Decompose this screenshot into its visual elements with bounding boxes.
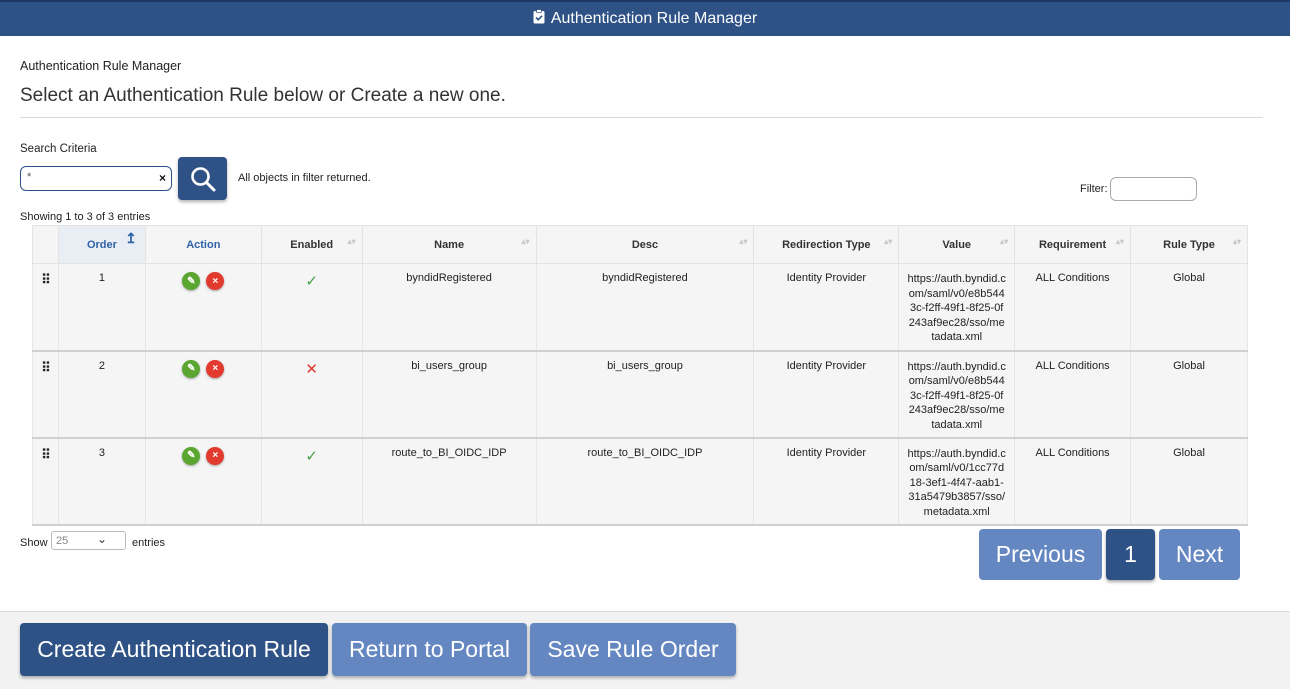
column-header-redirection-type[interactable]: Redirection Type ▴▾ [753,225,900,264]
filter-input[interactable] [1110,177,1197,201]
row-actions: ✎ × [144,437,262,525]
row-enabled: ✓ [260,263,363,351]
search-input[interactable]: * × [20,166,172,191]
row-rule-type: Global [1130,263,1248,351]
table-row[interactable]: ⠿ 3 ✎ × ✓ route_to_BI_OIDC_IDP route_to_B… [32,437,1248,525]
chevron-down-icon: ⌄ [96,532,107,546]
row-rule-type: Global [1130,350,1248,438]
row-requirement: ALL Conditions [1014,350,1132,438]
previous-page-button[interactable]: Previous [979,529,1102,580]
edit-icon[interactable]: ✎ [182,359,201,378]
sort-ascending-icon: ↥ [125,230,137,246]
sort-icon: ▴▾ [1116,237,1125,246]
column-header-rule-type[interactable]: Rule Type ▴▾ [1130,225,1248,264]
title-bar: Authentication Rule Manager [0,0,1290,36]
row-desc: route_to_BI_OIDC_IDP [535,437,755,525]
row-value: https://auth.byndid.com/saml/v0/e8b5443c… [898,350,1016,438]
row-rule-type: Global [1130,437,1248,525]
column-header-enabled[interactable]: Enabled ▴▾ [260,225,363,264]
row-name: byndidRegistered [361,263,537,351]
column-header-order[interactable]: Order ↥ [57,225,146,264]
sort-icon: ▴▾ [884,237,893,246]
row-actions: ✎ × [144,263,262,351]
enabled-check-icon: ✓ [305,273,318,290]
row-requirement: ALL Conditions [1014,437,1132,525]
return-to-portal-button[interactable]: Return to Portal [332,623,527,676]
row-actions: ✎ × [144,350,262,438]
search-icon [190,166,215,191]
breadcrumb: Authentication Rule Manager [20,59,182,73]
column-header-name[interactable]: Name ▴▾ [361,225,537,264]
save-rule-order-button[interactable]: Save Rule Order [530,623,736,676]
search-input-value: * [27,171,32,183]
edit-icon[interactable]: ✎ [182,446,201,465]
page-headline: Select an Authentication Rule below or C… [20,85,506,106]
sort-icon: ▴▾ [1000,237,1009,246]
row-name: bi_users_group [361,350,537,438]
drag-column-header [32,225,59,264]
row-name: route_to_BI_OIDC_IDP [361,437,537,525]
page-title: Authentication Rule Manager [550,10,758,27]
disabled-x-icon: ✕ [305,360,318,378]
clipboard-check-icon [533,9,545,29]
sort-icon: ▴▾ [521,237,530,246]
column-header-action: Action [144,225,262,264]
row-value: https://auth.byndid.com/saml/v0/e8b5443c… [898,263,1016,351]
table-header-row: Order ↥ Action Enabled ▴▾ Name ▴▾ Desc ▴▾ R… [32,225,1248,264]
clear-search-icon[interactable]: × [159,171,166,185]
show-label: Show [20,537,48,549]
sort-icon: ▴▾ [739,237,748,246]
delete-icon[interactable]: × [206,359,225,378]
row-desc: bi_users_group [535,350,755,438]
column-header-desc[interactable]: Desc ▴▾ [535,225,755,264]
row-redirection-type: Identity Provider [753,350,900,438]
next-page-button[interactable]: Next [1159,529,1240,580]
row-enabled: ✕ [260,350,363,438]
drag-handle-icon[interactable]: ⠿ [32,437,59,525]
row-requirement: ALL Conditions [1014,263,1132,351]
table-row[interactable]: ⠿ 1 ✎ × ✓ byndidRegistered byndidRegister… [32,263,1248,351]
delete-icon[interactable]: × [206,272,225,290]
search-result-message: All objects in filter returned. [238,172,371,184]
row-desc: byndidRegistered [535,263,755,351]
drag-handle-icon[interactable]: ⠿ [32,350,59,438]
row-enabled: ✓ [260,437,363,525]
row-order: 1 [57,263,146,351]
drag-handle-icon[interactable]: ⠿ [32,263,59,351]
page-1-button[interactable]: 1 [1106,529,1155,580]
column-header-requirement[interactable]: Requirement ▴▾ [1014,225,1132,264]
create-rule-button[interactable]: Create Authentication Rule [20,623,328,676]
page-length-select[interactable]: 25 ⌄ [51,531,126,550]
row-redirection-type: Identity Provider [753,437,900,525]
divider [20,117,1263,118]
entries-info: Showing 1 to 3 of 3 entries [20,211,151,223]
table-row[interactable]: ⠿ 2 ✎ × ✕ bi_users_group bi_users_group I… [32,350,1248,438]
page-length-value: 25 [56,535,69,547]
row-order: 2 [57,350,146,438]
search-criteria-label: Search Criteria [20,143,97,155]
entries-label: entries [132,537,166,549]
delete-icon[interactable]: × [206,446,225,465]
row-redirection-type: Identity Provider [753,263,900,351]
sort-icon: ▴▾ [347,237,356,246]
filter-label: Filter: [1080,183,1108,195]
enabled-check-icon: ✓ [305,447,318,465]
search-button[interactable] [178,157,227,200]
sort-icon: ▴▾ [1232,237,1241,246]
rules-table: Order ↥ Action Enabled ▴▾ Name ▴▾ Desc ▴▾ R… [32,225,1248,526]
row-value: https://auth.byndid.com/saml/v0/1cc77d18… [898,437,1016,525]
row-order: 3 [57,437,146,525]
column-header-value[interactable]: Value ▴▾ [898,225,1016,264]
edit-icon[interactable]: ✎ [182,272,201,290]
